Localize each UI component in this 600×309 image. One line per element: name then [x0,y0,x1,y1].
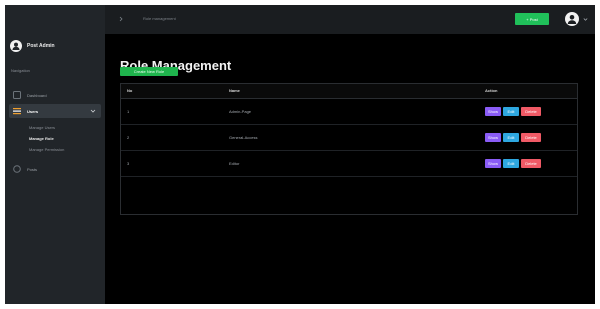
sidebar-item-label: Dashboard [27,92,47,98]
column-header-action: Action [479,84,577,99]
dashboard-icon [13,91,21,99]
create-role-button[interactable]: Create New Role [120,67,178,76]
brand-name: Post Admin [27,43,55,49]
column-header-name: Name [223,84,479,99]
delete-button[interactable]: Delete [521,132,541,142]
sidebar-item-posts[interactable]: Posts [9,162,101,176]
top-bar: Role management + Post [105,5,595,34]
menu-toggle-icon[interactable] [119,16,125,22]
table-row: 1 Admin-Page Show Edit Delete [121,98,577,124]
sidebar-item-label: Users [27,108,39,114]
delete-button[interactable]: Delete [521,106,541,116]
sidebar-subitem-manage-role[interactable]: Manage Role [29,136,54,141]
posts-icon [13,165,21,173]
user-icon [567,15,577,24]
brand[interactable]: Post Admin [10,40,55,52]
sidebar: Post Admin Navigation Dashboard Users Ma… [5,5,105,304]
sidebar-item-users[interactable]: Users [9,104,101,118]
nav-section-label: Navigation [11,68,30,73]
table-row: 3 Editor Show Edit Delete [121,150,577,176]
new-post-button[interactable]: + Post [515,13,549,25]
cell-no: 2 [127,134,130,140]
users-icon [13,107,21,115]
show-button[interactable]: Show [485,106,501,116]
user-avatar-icon [10,40,22,52]
column-header-no: No [121,84,223,99]
sidebar-subitem-manage-permission[interactable]: Manage Permission [29,147,64,152]
sidebar-item-dashboard[interactable]: Dashboard [9,88,101,102]
cell-actions: Show Edit Delete [479,98,577,124]
chevron-down-icon[interactable] [583,17,588,22]
cell-name: Admin-Page [229,108,252,114]
delete-button[interactable]: Delete [521,158,541,168]
edit-button[interactable]: Edit [503,132,519,142]
cell-actions: Show Edit Delete [479,150,577,176]
show-button[interactable]: Show [485,132,501,142]
show-button[interactable]: Show [485,158,501,168]
cell-name: General-Access [229,134,258,140]
table-row: 2 General-Access Show Edit Delete [121,124,577,150]
cell-actions: Show Edit Delete [479,124,577,150]
edit-button[interactable]: Edit [503,106,519,116]
table-header-row: No Name Action [121,84,577,99]
chevron-down-icon [90,109,96,113]
app-window: Post Admin Navigation Dashboard Users Ma… [5,5,595,304]
cell-name: Editor [229,160,240,166]
sidebar-item-label: Posts [27,166,38,172]
edit-button[interactable]: Edit [503,158,519,168]
cell-no: 3 [127,160,130,166]
roles-table: No Name Action 1 Admin-Page Show Edit Dele… [120,83,578,215]
main-content: Role Management Create New Role No Name … [105,34,595,304]
user-menu-avatar[interactable] [565,12,579,26]
cell-no: 1 [127,108,130,114]
sidebar-subitem-manage-users[interactable]: Manage Users [29,125,55,130]
breadcrumb[interactable]: Role management [143,16,176,21]
